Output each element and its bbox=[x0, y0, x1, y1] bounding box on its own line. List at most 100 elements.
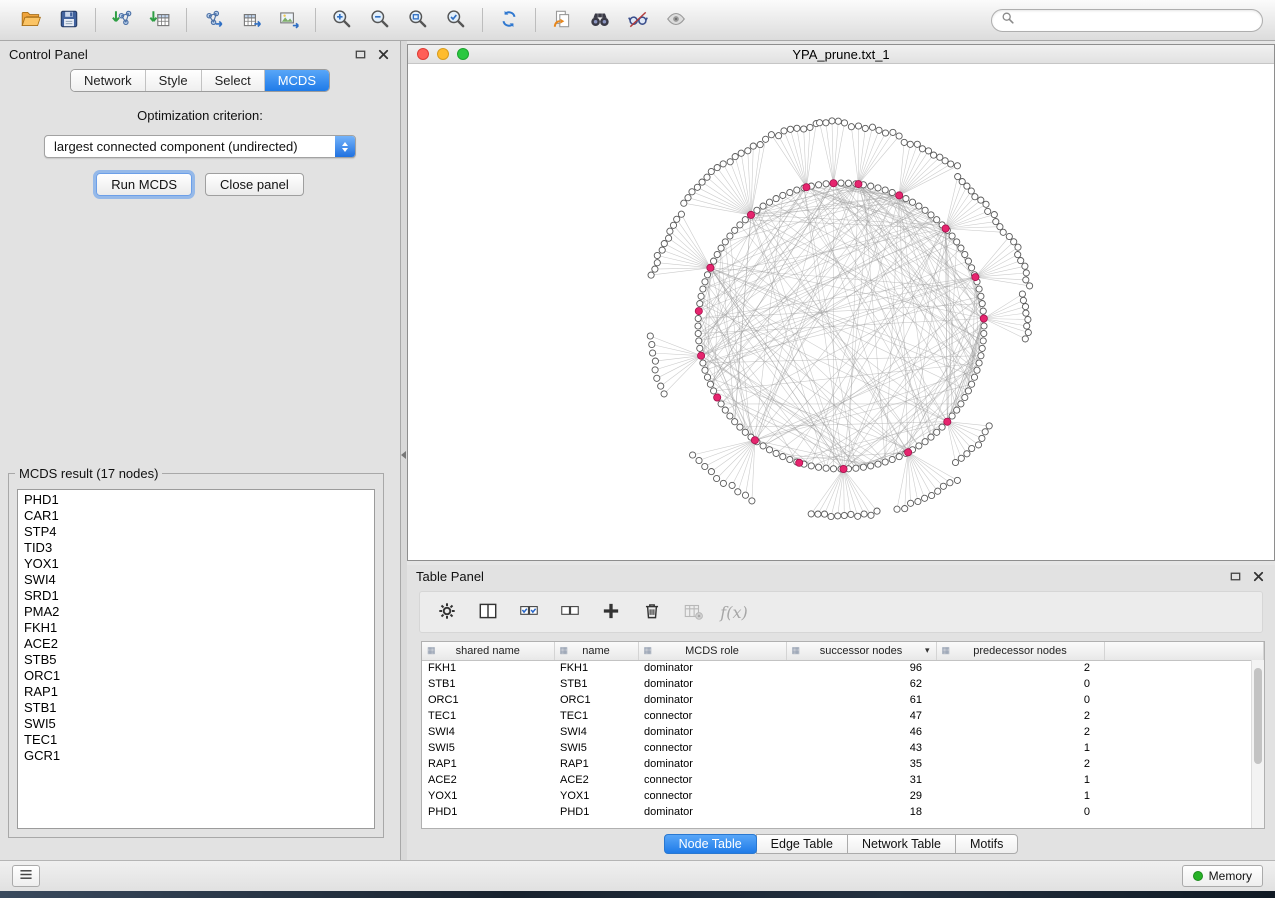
select-all-columns-button[interactable] bbox=[512, 596, 546, 628]
mcds-result-item[interactable]: TID3 bbox=[18, 540, 374, 556]
cell-predecessor-nodes: 0 bbox=[936, 804, 1104, 820]
close-panel-button[interactable]: Close panel bbox=[205, 173, 304, 196]
cell-filler bbox=[1104, 756, 1264, 772]
zoom-in-button[interactable] bbox=[323, 4, 361, 36]
export-table-button[interactable] bbox=[232, 4, 270, 36]
table-row[interactable]: PHD1PHD1dominator180 bbox=[422, 804, 1264, 820]
zoom-fit-button[interactable] bbox=[399, 4, 437, 36]
table-panel-title: Table Panel bbox=[416, 569, 484, 584]
cell-successor-nodes: 96 bbox=[786, 660, 936, 676]
mcds-result-item[interactable]: STB5 bbox=[18, 652, 374, 668]
export-image-button[interactable] bbox=[270, 4, 308, 36]
table-row[interactable]: RAP1RAP1dominator352 bbox=[422, 756, 1264, 772]
add-column-button[interactable] bbox=[594, 596, 628, 628]
mcds-result-item[interactable]: RAP1 bbox=[18, 684, 374, 700]
tab-select[interactable]: Select bbox=[201, 70, 264, 91]
column-header[interactable]: ▦shared name bbox=[422, 642, 554, 660]
float-panel-button[interactable] bbox=[352, 46, 368, 62]
tab-style[interactable]: Style bbox=[145, 70, 201, 91]
unselect-all-columns-icon bbox=[559, 600, 581, 625]
table-row[interactable]: TEC1TEC1connector472 bbox=[422, 708, 1264, 724]
mcds-result-item[interactable]: SRD1 bbox=[18, 588, 374, 604]
mcds-result-list[interactable]: PHD1CAR1STP4TID3YOX1SWI4SRD1PMA2FKH1ACE2… bbox=[17, 489, 375, 829]
table-row[interactable]: SWI4SWI4dominator462 bbox=[422, 724, 1264, 740]
binoculars-search-button[interactable] bbox=[581, 4, 619, 36]
export-table-icon bbox=[240, 8, 262, 33]
table-row[interactable]: STB1STB1dominator620 bbox=[422, 676, 1264, 692]
tab-motifs[interactable]: Motifs bbox=[955, 834, 1018, 854]
tab-network[interactable]: Network bbox=[71, 70, 145, 91]
mcds-result-item[interactable]: SWI5 bbox=[18, 716, 374, 732]
zoom-out-button[interactable] bbox=[361, 4, 399, 36]
column-header[interactable]: ▦name bbox=[554, 642, 638, 660]
mcds-result-item[interactable]: FKH1 bbox=[18, 620, 374, 636]
search-box[interactable] bbox=[991, 9, 1263, 32]
cell-shared-name: PHD1 bbox=[422, 804, 554, 820]
table-header-row[interactable]: ▦shared name▦name▦MCDS role▦successor no… bbox=[422, 642, 1264, 660]
tab-node-table[interactable]: Node Table bbox=[664, 834, 757, 854]
network-graph[interactable] bbox=[408, 64, 1274, 560]
save-button[interactable] bbox=[50, 4, 88, 36]
network-clone-button[interactable] bbox=[543, 4, 581, 36]
column-header[interactable]: ▦MCDS role bbox=[638, 642, 786, 660]
optimization-criterion-select[interactable]: largest connected component (undirected) bbox=[44, 135, 356, 158]
eye-view-button[interactable] bbox=[657, 4, 695, 36]
settings-button[interactable] bbox=[430, 596, 464, 628]
cell-predecessor-nodes: 1 bbox=[936, 740, 1104, 756]
mcds-result-item[interactable]: GCR1 bbox=[18, 748, 374, 764]
mcds-result-item[interactable]: PHD1 bbox=[18, 492, 374, 508]
column-header[interactable]: ▦successor nodes▾ bbox=[786, 642, 936, 660]
table-scrollbar-thumb[interactable] bbox=[1254, 668, 1262, 764]
column-type-icon: ▦ bbox=[942, 645, 951, 656]
tab-network-table[interactable]: Network Table bbox=[847, 834, 956, 854]
cell-filler bbox=[1104, 708, 1264, 724]
mcds-result-item[interactable]: SWI4 bbox=[18, 572, 374, 588]
open-file-button[interactable] bbox=[12, 4, 50, 36]
column-header[interactable]: ▦predecessor nodes bbox=[936, 642, 1104, 660]
mcds-result-item[interactable]: STP4 bbox=[18, 524, 374, 540]
close-control-panel-button[interactable] bbox=[375, 46, 391, 62]
mcds-result-item[interactable]: ORC1 bbox=[18, 668, 374, 684]
table-row[interactable]: SWI5SWI5connector431 bbox=[422, 740, 1264, 756]
import-table-file-icon bbox=[149, 8, 171, 33]
network-view[interactable] bbox=[408, 64, 1274, 560]
mcds-result-item[interactable]: STB1 bbox=[18, 700, 374, 716]
mcds-result-item[interactable]: ACE2 bbox=[18, 636, 374, 652]
run-mcds-button[interactable]: Run MCDS bbox=[96, 173, 192, 196]
tab-mcds[interactable]: MCDS bbox=[264, 70, 329, 91]
tab-edge-table[interactable]: Edge Table bbox=[756, 834, 848, 854]
sort-indicator-icon: ▾ bbox=[925, 645, 930, 656]
network-window-titlebar[interactable]: YPA_prune.txt_1 bbox=[408, 45, 1274, 64]
export-network-button[interactable] bbox=[194, 4, 232, 36]
table-row[interactable]: YOX1YOX1connector291 bbox=[422, 788, 1264, 804]
mcds-result-item[interactable]: PMA2 bbox=[18, 604, 374, 620]
table-scrollbar[interactable] bbox=[1251, 660, 1264, 828]
node-table-grid[interactable]: ▦shared name▦name▦MCDS role▦successor no… bbox=[422, 642, 1264, 820]
memory-button[interactable]: Memory bbox=[1182, 865, 1263, 887]
cell-successor-nodes: 61 bbox=[786, 692, 936, 708]
apply-layout-button[interactable] bbox=[490, 4, 528, 36]
graphics-details-button[interactable] bbox=[619, 4, 657, 36]
search-input[interactable] bbox=[1020, 13, 1253, 27]
table-row[interactable]: ORC1ORC1dominator610 bbox=[422, 692, 1264, 708]
mcds-result-item[interactable]: CAR1 bbox=[18, 508, 374, 524]
show-columns-button[interactable] bbox=[471, 596, 505, 628]
table-row[interactable]: FKH1FKH1dominator962 bbox=[422, 660, 1264, 676]
mcds-result-item[interactable]: YOX1 bbox=[18, 556, 374, 572]
delete-columns-button[interactable] bbox=[635, 596, 669, 628]
close-window-button[interactable] bbox=[417, 48, 429, 60]
panel-menu-button[interactable] bbox=[12, 865, 40, 887]
zoom-window-button[interactable] bbox=[457, 48, 469, 60]
import-table-file-button[interactable] bbox=[141, 4, 179, 36]
collapse-arrow-icon[interactable] bbox=[401, 451, 406, 459]
toolbar-button-groups bbox=[12, 4, 991, 36]
import-network-file-button[interactable] bbox=[103, 4, 141, 36]
import-table-disabled-button bbox=[676, 596, 710, 628]
zoom-selected-button[interactable] bbox=[437, 4, 475, 36]
minimize-window-button[interactable] bbox=[437, 48, 449, 60]
close-table-panel-button[interactable] bbox=[1250, 568, 1266, 584]
mcds-result-item[interactable]: TEC1 bbox=[18, 732, 374, 748]
table-row[interactable]: ACE2ACE2connector311 bbox=[422, 772, 1264, 788]
unselect-all-columns-button[interactable] bbox=[553, 596, 587, 628]
float-table-panel-button[interactable] bbox=[1227, 568, 1243, 584]
